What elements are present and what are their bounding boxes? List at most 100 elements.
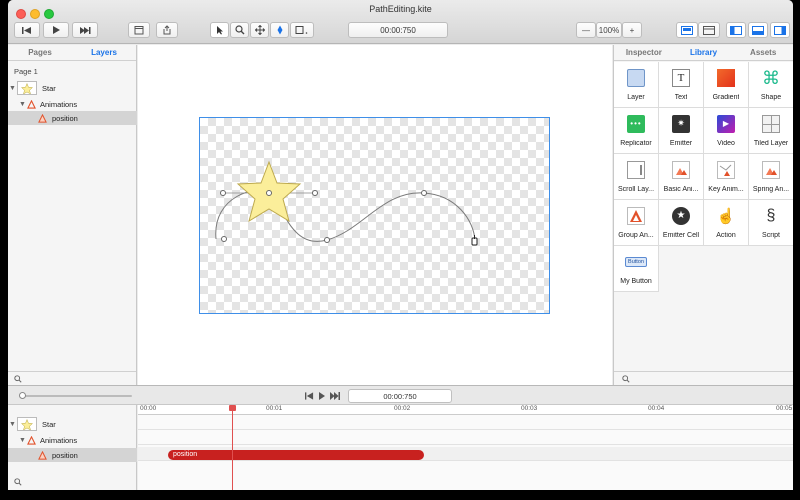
library-item-tiled-layer[interactable]: Tiled Layer <box>749 108 793 154</box>
path-point[interactable] <box>324 237 330 243</box>
library-item-label: Script <box>762 232 780 239</box>
timeline-skip-back-icon[interactable] <box>305 392 314 400</box>
library-item-emitter[interactable]: ✷ Emitter <box>659 108 704 154</box>
zoom-level[interactable]: 100% <box>596 22 622 38</box>
timeline-layer-list: ▼ Star ▼ Animations position <box>8 405 137 490</box>
path-point[interactable] <box>421 190 427 196</box>
pen-tool-button[interactable] <box>270 22 289 38</box>
library-item-label: Replicator <box>620 140 652 147</box>
timeline-row-animations[interactable]: ▼ Animations <box>8 433 137 447</box>
timeline-zoom-slider[interactable] <box>19 392 132 399</box>
disclosure-triangle-icon[interactable]: ▼ <box>8 421 17 428</box>
sidebar-bottom-icon <box>752 25 764 35</box>
zoom-tool-button[interactable] <box>230 22 249 38</box>
toolbar-time-field[interactable]: 00:00:750 <box>348 22 448 38</box>
scroll-layer-icon <box>625 159 647 181</box>
path-point[interactable] <box>221 236 227 242</box>
library-item-label: Video <box>717 140 735 147</box>
toggle-bottom-panel-button[interactable] <box>748 22 768 38</box>
timeline-ruler[interactable]: 00:00 00:01 00:02 00:03 00:04 00:05 <box>138 405 793 415</box>
layer-row-position[interactable]: position <box>8 111 137 125</box>
path-point[interactable] <box>312 190 318 196</box>
timeline-row-position[interactable]: position <box>8 448 137 462</box>
playhead-handle[interactable] <box>229 405 236 411</box>
library-item-spring-animation[interactable]: Spring An... <box>749 154 793 200</box>
playhead[interactable] <box>232 405 233 490</box>
timeline-tracks[interactable]: 00:00 00:01 00:02 00:03 00:04 00:05 posi… <box>138 405 793 490</box>
toggle-left-panel-button[interactable] <box>726 22 746 38</box>
disclosure-triangle-icon[interactable]: ▼ <box>18 437 27 444</box>
calendar-icon <box>134 26 144 35</box>
title-bar: PathEditing.kite 00:00:750 — 100% + <box>8 0 793 44</box>
track-row-star[interactable] <box>138 416 793 430</box>
arrow-pointer-icon <box>216 26 223 35</box>
select-tool-button[interactable] <box>210 22 229 38</box>
library-item-text[interactable]: T Text <box>659 62 704 108</box>
library-item-key-animation[interactable]: Key Anim... <box>704 154 749 200</box>
path-point[interactable] <box>266 190 272 196</box>
rewind-button[interactable] <box>14 22 40 38</box>
tiled-layer-icon <box>760 113 782 135</box>
layer-row-star[interactable]: ▼ Star <box>8 81 137 95</box>
disclosure-triangle-icon[interactable]: ▼ <box>18 101 27 108</box>
button-preview-label: Button <box>625 257 647 267</box>
share-button[interactable] <box>156 22 178 38</box>
library-item-gradient[interactable]: Gradient <box>704 62 749 108</box>
library-item-shape[interactable]: ⌘ Shape <box>749 62 793 108</box>
slider-knob[interactable] <box>19 392 26 399</box>
sidebar-left-icon <box>730 25 742 35</box>
group-animation-icon <box>625 205 647 227</box>
layer-row-animations[interactable]: ▼ Animations <box>8 97 137 111</box>
library-item-label: Scroll Lay... <box>617 186 655 193</box>
library-item-label: Gradient <box>712 94 740 101</box>
library-item-emitter-cell[interactable]: ★ Emitter Cell <box>659 200 704 246</box>
timeline-time-field[interactable]: 00:00:750 <box>348 389 452 403</box>
library-item-action[interactable]: ☝ Action <box>704 200 749 246</box>
library-item-group-animation[interactable]: Group An... <box>614 200 659 246</box>
play-button[interactable] <box>43 22 69 38</box>
library-item-script[interactable]: § Script <box>749 200 793 246</box>
tab-library[interactable]: Library <box>674 45 734 60</box>
motion-path-overlay[interactable] <box>138 45 612 385</box>
layout-button-1[interactable] <box>676 22 698 38</box>
library-item-layer[interactable]: Layer <box>614 62 659 108</box>
tick-label: 00:04 <box>648 405 665 412</box>
layout-button-2[interactable] <box>698 22 720 38</box>
tick-label: 00:01 <box>266 405 283 412</box>
my-button-icon: Button <box>625 251 647 273</box>
left-tabs: Pages Layers <box>8 45 136 61</box>
pages-button[interactable] <box>128 22 150 38</box>
right-tabs: Inspector Library Assets <box>614 45 793 61</box>
tab-layers[interactable]: Layers <box>72 45 136 60</box>
library-item-scroll-layer[interactable]: Scroll Lay... <box>614 154 659 200</box>
timeline-fast-forward-icon[interactable] <box>330 392 340 400</box>
position-animation-bar[interactable]: position <box>168 450 424 460</box>
timeline-row-star[interactable]: ▼ Star <box>8 417 137 431</box>
tab-assets[interactable]: Assets <box>733 45 793 60</box>
toggle-right-panel-button[interactable] <box>770 22 790 38</box>
timeline-play-icon[interactable] <box>318 392 326 400</box>
zoom-in-button[interactable]: + <box>622 22 642 38</box>
move-icon <box>254 25 265 35</box>
library-item-basic-animation[interactable]: Basic Ani... <box>659 154 704 200</box>
shape-tool-button[interactable] <box>290 22 314 38</box>
zoom-out-button[interactable]: — <box>576 22 596 38</box>
move-tool-button[interactable] <box>250 22 269 38</box>
track-row-animations[interactable] <box>138 431 793 445</box>
canvas-area[interactable] <box>138 45 612 385</box>
tab-inspector[interactable]: Inspector <box>614 45 674 60</box>
layer-search-bar[interactable] <box>8 371 136 385</box>
disclosure-triangle-icon[interactable]: ▼ <box>8 85 17 92</box>
path-end-marker-icon[interactable] <box>471 235 478 246</box>
tab-pages[interactable]: Pages <box>8 45 72 60</box>
path-point[interactable] <box>220 190 226 196</box>
animation-bar-label: position <box>173 451 198 458</box>
search-icon[interactable] <box>14 478 22 486</box>
library-item-my-button[interactable]: Button My Button <box>614 246 659 292</box>
library-item-replicator[interactable]: ••• Replicator <box>614 108 659 154</box>
animations-group-icon <box>27 435 36 445</box>
library-item-video[interactable]: ▶ Video <box>704 108 749 154</box>
forward-button[interactable] <box>72 22 98 38</box>
library-search-bar[interactable] <box>614 371 793 385</box>
library-item-label: Tiled Layer <box>753 140 789 147</box>
